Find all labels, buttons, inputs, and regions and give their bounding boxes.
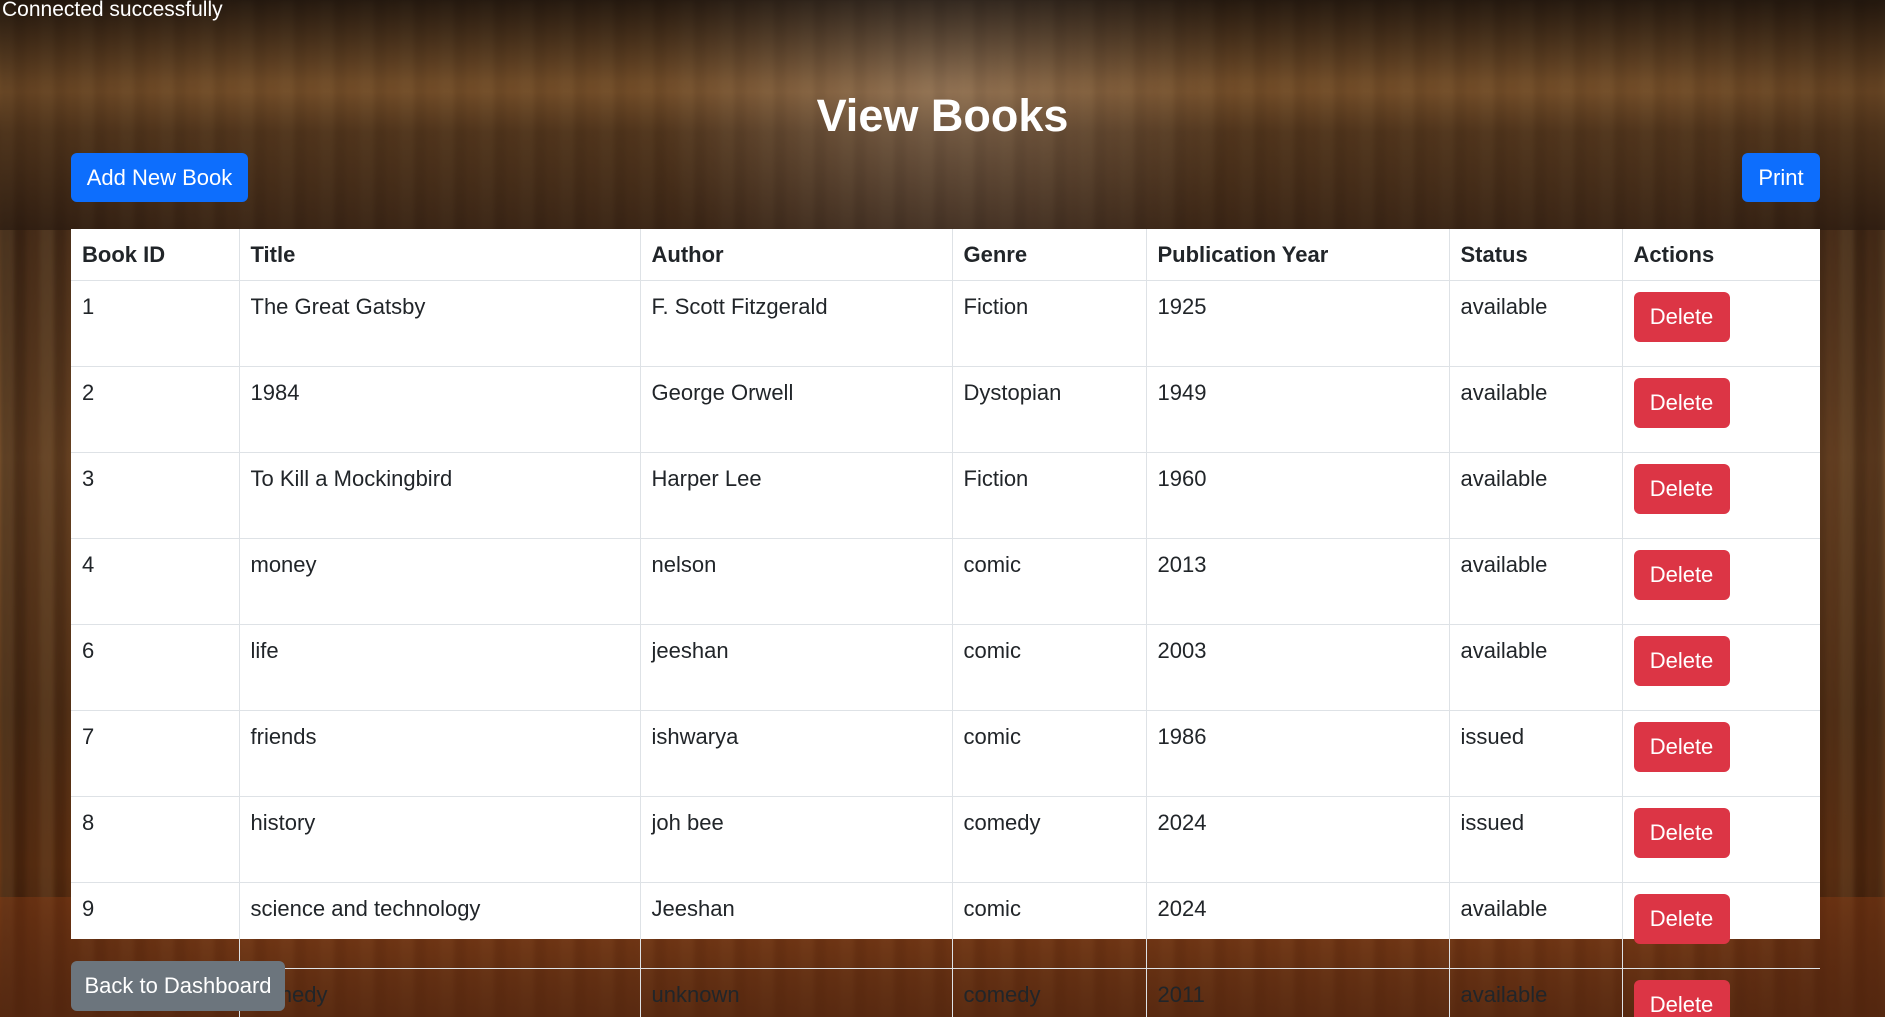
cell-status: available [1448, 968, 1622, 1017]
cell-genre: Fiction [951, 452, 1146, 539]
connection-status: Connected successfully [2, 0, 223, 21]
cell-year: 2011 [1145, 968, 1449, 1017]
cell-title: science and technology [238, 882, 640, 969]
cell-status: available [1448, 452, 1622, 539]
cell-status: available [1448, 280, 1622, 367]
cell-genre: comic [951, 882, 1146, 969]
cell-genre: Fiction [951, 280, 1146, 367]
cell-author: unknown [639, 968, 952, 1017]
delete-button[interactable]: Delete [1633, 722, 1730, 772]
page-title: View Books [816, 90, 1069, 141]
books-table-container: Book ID Title Author Genre Publication Y… [71, 229, 1820, 1017]
header-publication-year: Publication Year [1145, 229, 1449, 281]
cell-actions: Delete [1621, 710, 1820, 797]
table-row: 3 To Kill a Mockingbird Harper Lee Ficti… [71, 452, 1820, 539]
cell-author: jeeshan [639, 624, 952, 711]
cell-book-id: 6 [71, 624, 239, 711]
delete-button[interactable]: Delete [1633, 378, 1730, 428]
cell-year: 2024 [1145, 882, 1449, 969]
delete-button[interactable]: Delete [1633, 808, 1730, 858]
cell-book-id: 2 [71, 366, 239, 453]
back-to-dashboard-button[interactable]: Back to Dashboard [71, 961, 285, 1011]
cell-year: 2024 [1145, 796, 1449, 883]
cell-actions: Delete [1621, 796, 1820, 883]
delete-button[interactable]: Delete [1633, 980, 1730, 1017]
cell-title: friends [238, 710, 640, 797]
cell-author: ishwarya [639, 710, 952, 797]
table-row: 10 comedy unknown comedy 2011 available … [71, 968, 1820, 1017]
cell-status: available [1448, 882, 1622, 969]
table-header-row: Book ID Title Author Genre Publication Y… [71, 229, 1820, 281]
cell-year: 1949 [1145, 366, 1449, 453]
cell-year: 1925 [1145, 280, 1449, 367]
cell-title: To Kill a Mockingbird [238, 452, 640, 539]
cell-status: available [1448, 538, 1622, 625]
cell-author: joh bee [639, 796, 952, 883]
delete-button[interactable]: Delete [1633, 894, 1730, 944]
cell-status: available [1448, 624, 1622, 711]
cell-actions: Delete [1621, 882, 1820, 969]
cell-genre: comic [951, 710, 1146, 797]
cell-year: 1986 [1145, 710, 1449, 797]
cell-genre: comedy [951, 796, 1146, 883]
cell-author: F. Scott Fitzgerald [639, 280, 952, 367]
cell-author: Jeeshan [639, 882, 952, 969]
cell-book-id: 4 [71, 538, 239, 625]
header-genre: Genre [951, 229, 1146, 281]
header-title: Title [238, 229, 640, 281]
cell-status: issued [1448, 796, 1622, 883]
table-row: 8 history joh bee comedy 2024 issued Del… [71, 796, 1820, 883]
cell-actions: Delete [1621, 280, 1820, 367]
add-new-book-button[interactable]: Add New Book [71, 153, 248, 202]
books-table: Book ID Title Author Genre Publication Y… [71, 229, 1820, 1017]
delete-button[interactable]: Delete [1633, 550, 1730, 600]
table-row: 7 friends ishwarya comic 1986 issued Del… [71, 710, 1820, 797]
cell-book-id: 8 [71, 796, 239, 883]
table-row: 6 life jeeshan comic 2003 available Dele… [71, 624, 1820, 711]
cell-book-id: 9 [71, 882, 239, 969]
header-author: Author [639, 229, 952, 281]
cell-year: 1960 [1145, 452, 1449, 539]
cell-status: available [1448, 366, 1622, 453]
cell-book-id: 1 [71, 280, 239, 367]
print-button[interactable]: Print [1742, 153, 1820, 202]
header-actions: Actions [1621, 229, 1820, 281]
cell-actions: Delete [1621, 968, 1820, 1017]
cell-title: history [238, 796, 640, 883]
header-status: Status [1448, 229, 1622, 281]
table-row: 1 The Great Gatsby F. Scott Fitzgerald F… [71, 280, 1820, 367]
cell-genre: Dystopian [951, 366, 1146, 453]
table-row: 9 science and technology Jeeshan comic 2… [71, 882, 1820, 969]
cell-title: The Great Gatsby [238, 280, 640, 367]
cell-actions: Delete [1621, 366, 1820, 453]
cell-book-id: 3 [71, 452, 239, 539]
delete-button[interactable]: Delete [1633, 636, 1730, 686]
cell-title: 1984 [238, 366, 640, 453]
cell-genre: comedy [951, 968, 1146, 1017]
cell-genre: comic [951, 538, 1146, 625]
cell-year: 2003 [1145, 624, 1449, 711]
cell-author: Harper Lee [639, 452, 952, 539]
cell-genre: comic [951, 624, 1146, 711]
table-row: 2 1984 George Orwell Dystopian 1949 avai… [71, 366, 1820, 453]
cell-status: issued [1448, 710, 1622, 797]
delete-button[interactable]: Delete [1633, 292, 1730, 342]
table-row: 4 money nelson comic 2013 available Dele… [71, 538, 1820, 625]
header-book-id: Book ID [71, 229, 239, 281]
cell-actions: Delete [1621, 538, 1820, 625]
cell-actions: Delete [1621, 624, 1820, 711]
cell-author: nelson [639, 538, 952, 625]
cell-title: life [238, 624, 640, 711]
cell-book-id: 7 [71, 710, 239, 797]
cell-actions: Delete [1621, 452, 1820, 539]
cell-title: comedy [238, 968, 640, 1017]
cell-title: money [238, 538, 640, 625]
cell-author: George Orwell [639, 366, 952, 453]
delete-button[interactable]: Delete [1633, 464, 1730, 514]
cell-year: 2013 [1145, 538, 1449, 625]
